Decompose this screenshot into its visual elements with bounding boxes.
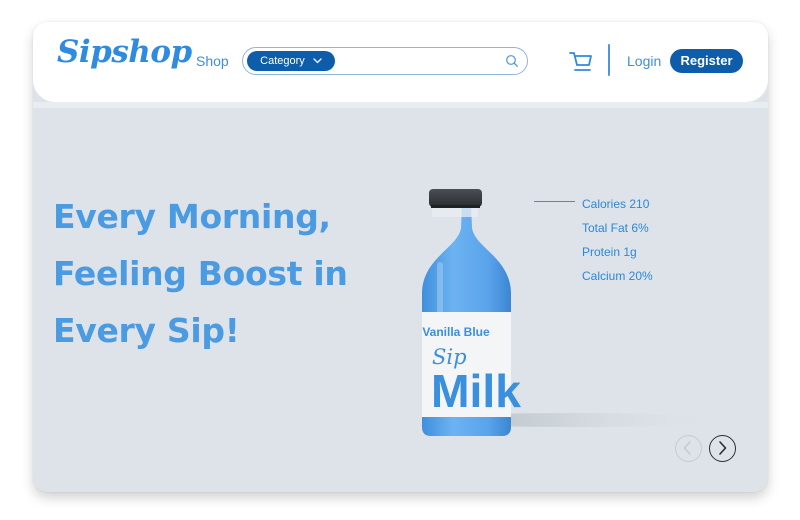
carousel-prev-button[interactable] — [675, 435, 702, 462]
chevron-left-icon — [683, 441, 691, 455]
label-brand-large: Milk — [431, 365, 521, 417]
nutrition-item: Calcium 20% — [582, 269, 653, 283]
bottle-cap — [429, 189, 482, 207]
page-frame: Sipshop Shop Category Login Register Eve… — [33, 22, 768, 492]
nutrition-item: Protein 1g — [582, 245, 637, 259]
bottle-cap-rim — [431, 205, 480, 208]
nutrition-item: Calories 210 — [582, 197, 650, 211]
nutrition-list: Calories 210 Total Fat 6% Protein 1g Cal… — [582, 192, 653, 288]
chevron-right-icon — [719, 441, 727, 455]
product-image: Vanilla Blue Sip Milk — [422, 189, 723, 436]
label-flavor: Vanilla Blue — [422, 325, 490, 339]
nutrition-leader-line — [534, 201, 575, 202]
carousel-next-button[interactable] — [709, 435, 736, 462]
nutrition-item: Total Fat 6% — [582, 221, 649, 235]
